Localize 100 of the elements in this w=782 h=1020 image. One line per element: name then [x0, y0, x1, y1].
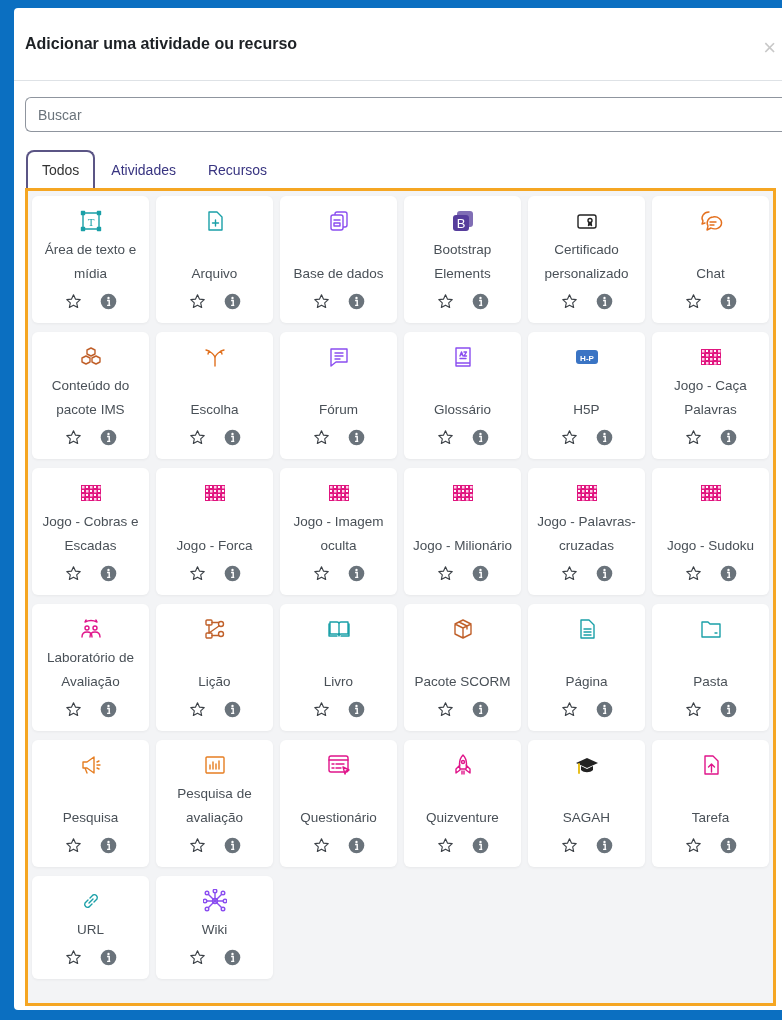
info-icon[interactable] — [223, 429, 241, 446]
info-icon[interactable] — [595, 701, 613, 718]
star-icon[interactable] — [64, 701, 82, 718]
activity-card[interactable]: B Bootstrap Elements — [404, 196, 521, 323]
star-icon[interactable] — [188, 293, 206, 310]
activity-card[interactable]: Pesquisa de avaliação — [156, 740, 273, 867]
info-icon[interactable] — [223, 701, 241, 718]
info-icon[interactable] — [223, 565, 241, 582]
activity-card[interactable]: Conteúdo do pacote IMS — [32, 332, 149, 459]
star-icon[interactable] — [684, 565, 702, 582]
info-icon[interactable] — [471, 293, 489, 310]
activity-card[interactable]: Lição — [156, 604, 273, 731]
activity-card[interactable]: Glossário — [404, 332, 521, 459]
activity-card[interactable]: T Área de texto e mídia — [32, 196, 149, 323]
activity-label: Questionário — [300, 809, 377, 827]
info-icon[interactable] — [471, 429, 489, 446]
activity-card[interactable]: Jogo - Forca — [156, 468, 273, 595]
star-icon[interactable] — [312, 565, 330, 582]
star-icon[interactable] — [312, 701, 330, 718]
activity-card[interactable]: Fórum — [280, 332, 397, 459]
info-icon[interactable] — [595, 429, 613, 446]
info-icon[interactable] — [595, 293, 613, 310]
activity-card[interactable]: Jogo - Cobras e Escadas — [32, 468, 149, 595]
star-icon[interactable] — [64, 293, 82, 310]
activity-card[interactable]: Página — [528, 604, 645, 731]
activity-card[interactable]: Jogo - Caça Palavras — [652, 332, 769, 459]
star-icon[interactable] — [684, 701, 702, 718]
activity-card[interactable]: Base de dados — [280, 196, 397, 323]
info-icon[interactable] — [99, 837, 117, 854]
star-icon[interactable] — [64, 429, 82, 446]
info-icon[interactable] — [99, 293, 117, 310]
star-icon[interactable] — [64, 837, 82, 854]
star-icon[interactable] — [64, 565, 82, 582]
info-icon[interactable] — [719, 701, 737, 718]
activity-card[interactable]: Chat — [652, 196, 769, 323]
info-icon[interactable] — [719, 429, 737, 446]
star-icon[interactable] — [560, 293, 578, 310]
star-icon[interactable] — [436, 429, 454, 446]
star-icon[interactable] — [436, 701, 454, 718]
activity-card[interactable]: Pacote SCORM — [404, 604, 521, 731]
activity-card[interactable]: Escolha — [156, 332, 273, 459]
activity-card[interactable]: URL — [32, 876, 149, 979]
activity-card[interactable]: Tarefa — [652, 740, 769, 867]
info-icon[interactable] — [223, 837, 241, 854]
star-icon[interactable] — [312, 293, 330, 310]
tab[interactable]: Recursos — [191, 150, 284, 188]
star-icon[interactable] — [188, 429, 206, 446]
info-icon[interactable] — [719, 293, 737, 310]
activity-card[interactable]: H-P H5P — [528, 332, 645, 459]
search-field[interactable]: Buscar — [25, 97, 782, 132]
star-icon[interactable] — [684, 429, 702, 446]
info-icon[interactable] — [99, 429, 117, 446]
info-icon[interactable] — [471, 701, 489, 718]
activity-card[interactable]: Certificado personalizado — [528, 196, 645, 323]
info-icon[interactable] — [99, 949, 117, 966]
activity-card[interactable]: Livro — [280, 604, 397, 731]
star-icon[interactable] — [188, 565, 206, 582]
star-icon[interactable] — [560, 429, 578, 446]
star-icon[interactable] — [684, 837, 702, 854]
star-icon[interactable] — [560, 837, 578, 854]
activity-card[interactable]: Jogo - Sudoku — [652, 468, 769, 595]
star-icon[interactable] — [436, 565, 454, 582]
info-icon[interactable] — [347, 293, 365, 310]
star-icon[interactable] — [312, 429, 330, 446]
info-icon[interactable] — [471, 565, 489, 582]
info-icon[interactable] — [347, 565, 365, 582]
activity-card[interactable]: Pesquisa — [32, 740, 149, 867]
activity-card[interactable]: Questionário — [280, 740, 397, 867]
activity-card[interactable]: SAGAH — [528, 740, 645, 867]
activity-card[interactable]: Pasta — [652, 604, 769, 731]
info-icon[interactable] — [595, 565, 613, 582]
activity-card[interactable]: Laboratório de Avaliação — [32, 604, 149, 731]
star-icon[interactable] — [436, 293, 454, 310]
star-icon[interactable] — [436, 837, 454, 854]
star-icon[interactable] — [64, 949, 82, 966]
star-icon[interactable] — [188, 949, 206, 966]
tab[interactable]: Atividades — [95, 150, 192, 188]
info-icon[interactable] — [223, 949, 241, 966]
star-icon[interactable] — [188, 837, 206, 854]
star-icon[interactable] — [188, 701, 206, 718]
activity-card[interactable]: Arquivo — [156, 196, 273, 323]
activity-card[interactable]: Quizventure — [404, 740, 521, 867]
info-icon[interactable] — [347, 837, 365, 854]
info-icon[interactable] — [99, 565, 117, 582]
activity-card[interactable]: Jogo - Palavras-cruzadas — [528, 468, 645, 595]
info-icon[interactable] — [99, 701, 117, 718]
info-icon[interactable] — [347, 701, 365, 718]
info-icon[interactable] — [223, 293, 241, 310]
activity-card[interactable]: Jogo - Imagem oculta — [280, 468, 397, 595]
star-icon[interactable] — [560, 565, 578, 582]
info-icon[interactable] — [719, 565, 737, 582]
info-icon[interactable] — [347, 429, 365, 446]
activity-card[interactable]: Wiki — [156, 876, 273, 979]
info-icon[interactable] — [719, 837, 737, 854]
info-icon[interactable] — [595, 837, 613, 854]
info-icon[interactable] — [471, 837, 489, 854]
activity-card[interactable]: Jogo - Milionário — [404, 468, 521, 595]
star-icon[interactable] — [684, 293, 702, 310]
star-icon[interactable] — [560, 701, 578, 718]
star-icon[interactable] — [312, 837, 330, 854]
